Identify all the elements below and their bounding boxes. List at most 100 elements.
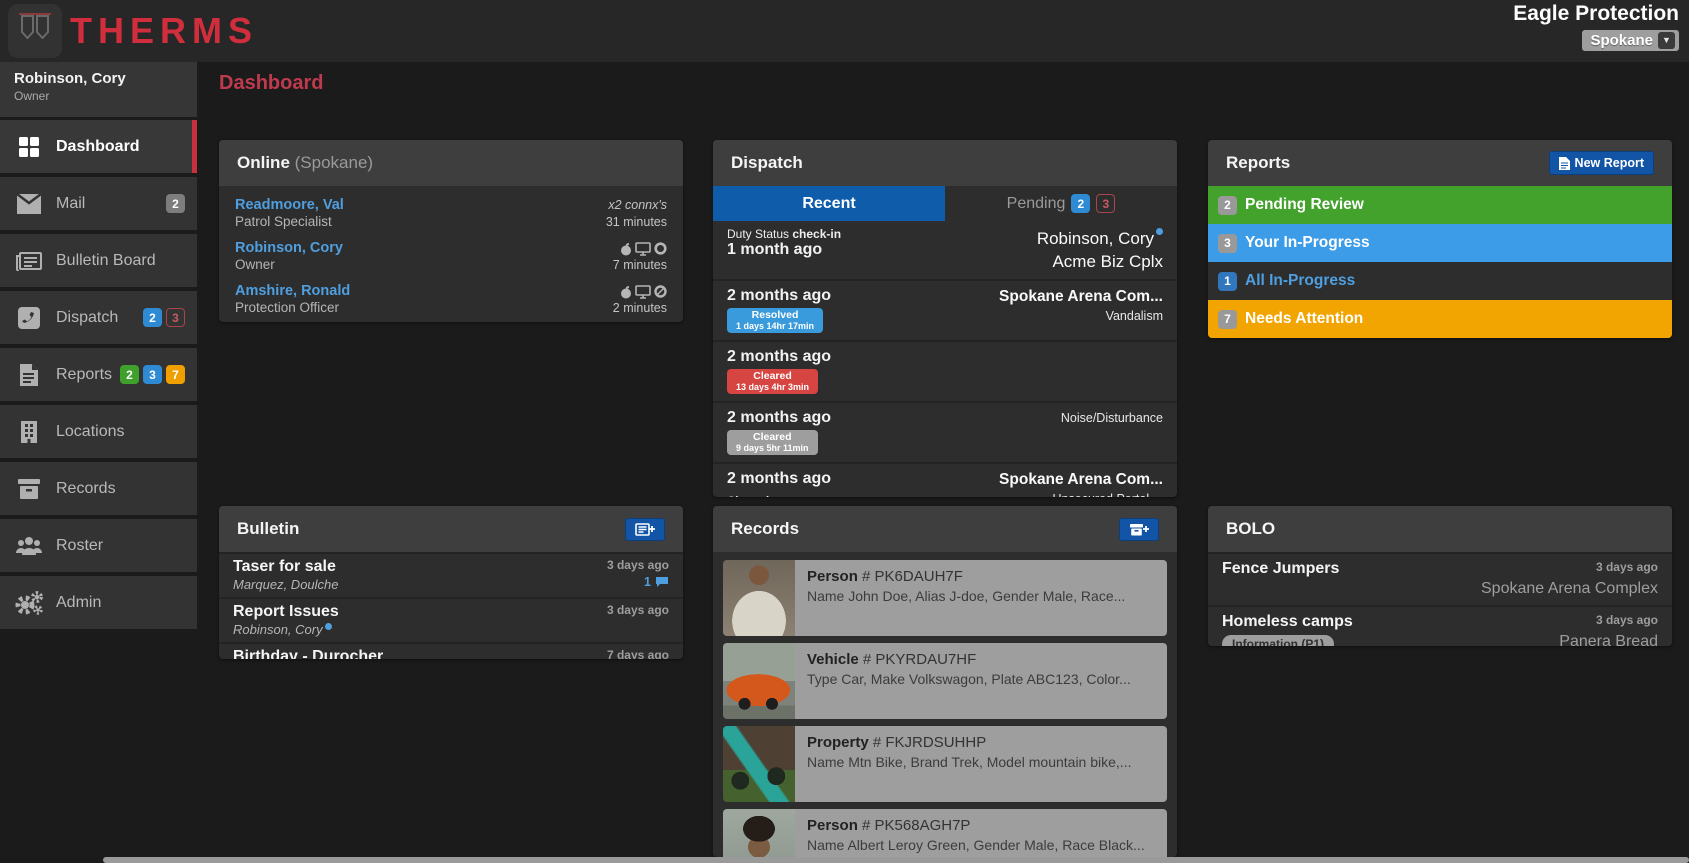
sidebar-item-reports[interactable]: Reports 2 3 7 [0,348,197,401]
record-type: Person [807,817,858,834]
add-record-button[interactable] [1119,518,1159,541]
sidebar-item-dashboard[interactable]: Dashboard [0,120,197,173]
record-photo [723,643,795,719]
dispatch-active-badge: 2 [143,308,162,327]
bulletin-post-title: Birthday - Durocher [233,648,383,659]
dispatch-row[interactable]: Duty Status check-in 1 month ago Robinso… [713,221,1177,279]
sidebar-item-label: Records [56,480,185,498]
bulletin-post-row[interactable]: Taser for sale Marquez, Doulche 3 days a… [219,552,683,597]
tab-pending[interactable]: Pending 2 3 [945,186,1177,221]
records-card: Records Person # PK6DAUH7F Name John Doe… [713,506,1177,857]
display-icon [635,242,651,256]
status-badge-cleared: Cleared 9 days 5hr 11min [727,430,818,455]
status-duration: 13 days 4hr 3min [736,382,809,392]
reports-card-title: Reports [1226,153,1290,173]
reports-card-header: Reports New Report [1208,140,1672,186]
reports-all-in-progress-row[interactable]: 1 All In-Progress [1208,262,1672,300]
reports-in-progress-badge: 3 [143,365,162,384]
records-card-title: Records [731,519,799,539]
new-report-file-icon [1559,157,1570,170]
bolo-item-title: Homeless camps [1222,613,1353,631]
sidebar-item-locations[interactable]: Locations [0,405,197,458]
sidebar-item-dispatch[interactable]: Dispatch 2 3 [0,291,197,344]
tab-recent[interactable]: Recent [713,186,945,221]
bolo-item-row[interactable]: Homeless camps Information (P1) 3 days a… [1208,605,1672,646]
add-bulletin-button[interactable] [625,518,665,541]
count-badge: 7 [1218,310,1237,329]
horizontal-scrollbar[interactable] [103,857,1689,863]
new-report-button[interactable]: New Report [1549,151,1654,175]
records-archive-icon [14,478,44,500]
dispatch-row[interactable]: 2 months ago Cleared 13 days 4hr 3min [713,340,1177,401]
record-details: Type Car, Make Volkswagon, Plate ABC123,… [807,671,1155,687]
chevron-down-icon: ▼ [1658,32,1675,49]
bulletin-post-row[interactable]: Birthday - Durocher Robinson, Cory 7 day… [219,642,683,659]
bulletin-post-row[interactable]: Report Issues Robinson, Cory 3 days ago [219,597,683,642]
pending-active-badge: 2 [1071,194,1090,213]
reports-your-in-progress-row[interactable]: 3 Your In-Progress [1208,224,1672,262]
count-badge: 1 [1218,272,1237,291]
bulletin-card-header: Bulletin [219,506,683,552]
region-selector-button[interactable]: Spokane ▼ [1582,30,1679,51]
record-details: Name Mtn Bike, Brand Trek, Model mountai… [807,754,1155,770]
online-user-row: Readmoore, Val Patrol Specialist x2 conn… [219,192,683,235]
dispatch-row-incident: Vandalism [999,307,1163,326]
sidebar-item-mail[interactable]: Mail 2 [0,177,197,230]
bulletin-add-icon [635,523,655,536]
dispatch-phone-icon [14,306,44,330]
reports-pending-review-row[interactable]: 2 Pending Review [1208,186,1672,224]
online-user-link[interactable]: Amshire, Ronald [235,283,350,299]
count-badge: 3 [1218,234,1237,253]
dispatch-row[interactable]: 2 months ago Resolved 1 days 14hr 17min … [713,279,1177,340]
user-name: Robinson, Cory [14,70,183,87]
sidebar-item-bulletin-board[interactable]: Bulletin Board [0,234,197,287]
sidebar-user-card[interactable]: Robinson, Cory Owner [0,62,197,117]
sidebar-item-label: Dashboard [56,138,180,156]
dispatch-row[interactable]: 2 months ago Cleared Spokane Arena Com..… [713,462,1177,497]
record-row-vehicle[interactable]: Vehicle # PKYRDAU7HF Type Car, Make Volk… [723,643,1167,719]
dispatch-row[interactable]: 2 months ago Cleared 9 days 5hr 11min No… [713,401,1177,462]
apple-icon [620,285,632,299]
brand-logo[interactable]: THERMS [8,4,258,58]
record-type: Person [807,568,858,585]
dispatch-row-time: 2 months ago [727,348,831,366]
dispatch-row-location: Spokane Arena Com... [999,470,1163,490]
status-label: Cleared [736,371,809,382]
record-row-person[interactable]: Person # PK568AGH7P Name Albert Leroy Gr… [723,809,1167,857]
page-title: Dashboard [219,72,323,95]
sidebar-item-label: Dispatch [56,309,143,327]
dispatch-row-time: 2 months ago [727,409,831,427]
bulletin-post-author: Marquez, Doulche [233,577,339,592]
sidebar-item-records[interactable]: Records [0,462,197,515]
dispatch-row-location: Acme Biz Cplx [1037,250,1163,273]
record-type: Vehicle [807,651,859,668]
record-photo [723,809,795,857]
admin-gears-icon [14,590,44,616]
sidebar-item-roster[interactable]: Roster [0,519,197,572]
status-label: Resolved [736,310,814,321]
bolo-item-location: Panera Bread [1559,633,1658,646]
bolo-priority-badge: Information (P1) [1222,635,1334,646]
roster-people-icon [14,536,44,556]
bolo-item-row[interactable]: Fence Jumpers 3 days ago Spokane Arena C… [1208,552,1672,605]
record-row-person[interactable]: Person # PK6DAUH7F Name John Doe, Alias … [723,560,1167,636]
bolo-item-location: Spokane Arena Complex [1481,580,1658,598]
compass-icon [654,285,667,298]
online-user-role: Patrol Specialist [235,214,344,229]
online-user-link[interactable]: Readmoore, Val [235,197,344,213]
online-user-link[interactable]: Robinson, Cory [235,240,343,256]
reports-pending-review-badge: 2 [120,365,139,384]
dispatch-row-time: 1 month ago [727,241,841,259]
reports-needs-attention-row[interactable]: 7 Needs Attention [1208,300,1672,338]
report-row-label: Your In-Progress [1245,234,1370,252]
dashboard-grid-icon [14,135,44,159]
browser-icon [654,242,667,255]
sidebar-item-admin[interactable]: Admin [0,576,197,629]
count-badge: 2 [1218,196,1237,215]
online-card-title: Online [237,153,290,172]
apple-icon [620,242,632,256]
gear-superscript-icon [325,623,332,630]
record-row-property[interactable]: Property # FKJRDSUHHP Name Mtn Bike, Bra… [723,726,1167,802]
dispatch-row-time: 2 months ago [727,470,831,488]
bulletin-post-time: 3 days ago [607,558,669,572]
